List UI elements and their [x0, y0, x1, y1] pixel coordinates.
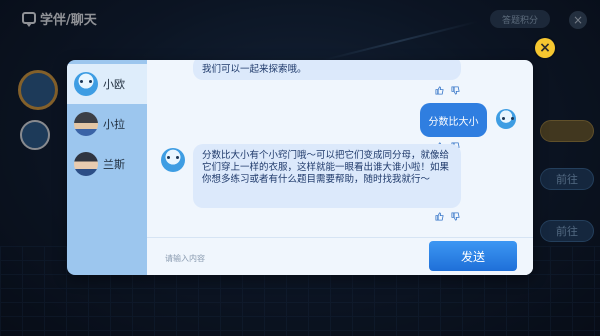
companion-list: 小欧 小拉 兰斯 — [67, 60, 147, 275]
message-feedback — [435, 86, 460, 95]
ou-avatar-icon — [74, 72, 98, 96]
la-avatar-icon — [74, 112, 98, 136]
assistant-message: 我们可以一起来探索哦。 — [193, 60, 461, 80]
sidebar-item-label: 小欧 — [103, 78, 125, 91]
thumbs-up-icon[interactable] — [435, 86, 444, 95]
user-message: 分数比大小 — [420, 103, 487, 137]
sidebar-item-xiaola[interactable]: 小拉 — [67, 104, 147, 144]
thumbs-up-icon[interactable] — [435, 212, 444, 221]
sidebar-item-label: 兰斯 — [103, 158, 125, 171]
sidebar-item-label: 小拉 — [103, 118, 125, 131]
message-text: 我们可以一起来探索哦。 — [202, 64, 307, 75]
message-input[interactable] — [165, 247, 423, 269]
assistant-avatar-icon — [496, 109, 516, 129]
message-text: 分数比大小有个小窍门哦～可以把它们变成同分母，就像给它们穿上一样的衣服，这样就能… — [202, 150, 450, 185]
assistant-message: 分数比大小有个小窍门哦～可以把它们变成同分母，就像给它们穿上一样的衣服，这样就能… — [193, 144, 461, 208]
lan-avatar-icon — [74, 152, 98, 176]
thumbs-down-icon[interactable] — [451, 212, 460, 221]
assistant-avatar-icon — [161, 148, 185, 172]
chat-dialog: 小欧 小拉 兰斯 我们可以一起来探索哦。 分数比大小 分数比大小有个小窍门哦～可… — [67, 60, 533, 275]
close-button[interactable]: × — [535, 38, 555, 58]
sidebar-item-xiaoou[interactable]: 小欧 — [67, 64, 147, 104]
thumbs-down-icon[interactable] — [451, 86, 460, 95]
message-feedback — [435, 212, 460, 221]
input-bar: 发送 — [147, 237, 533, 275]
sidebar-item-lansi[interactable]: 兰斯 — [67, 144, 147, 184]
message-text: 分数比大小 — [428, 116, 479, 128]
send-button[interactable]: 发送 — [429, 241, 517, 271]
chat-panel: 我们可以一起来探索哦。 分数比大小 分数比大小有个小窍门哦～可以把它们变成同分母… — [147, 60, 533, 275]
